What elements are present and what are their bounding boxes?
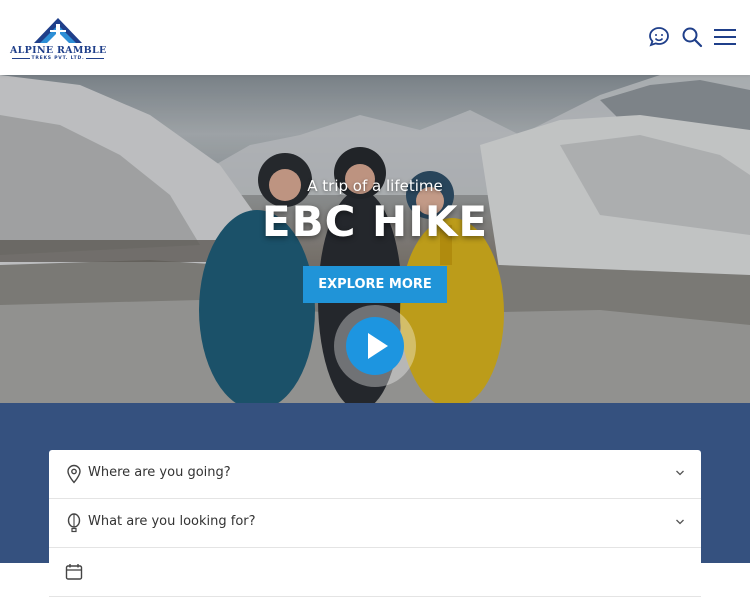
trip-search-panel: Where are you going? What are you lookin…	[49, 450, 701, 597]
logo-brand-text: ALPINE RAMBLE	[10, 45, 107, 56]
mountain-logo-icon	[34, 18, 82, 43]
hero-banner: A trip of a lifetime EBC HIKE EXPLORE MO…	[0, 75, 750, 403]
chevron-down-icon	[676, 519, 684, 525]
balloon-icon	[67, 513, 81, 533]
trip-search-section: Where are you going? What are you lookin…	[0, 403, 750, 597]
site-header: ALPINE RAMBLE TREKS PVT. LTD.	[0, 0, 750, 75]
date-select[interactable]	[49, 548, 701, 597]
menu-icon[interactable]	[713, 26, 736, 48]
hero-tagline: A trip of a lifetime	[307, 177, 443, 195]
activity-select[interactable]: What are you looking for?	[49, 499, 701, 548]
chevron-down-icon	[676, 470, 684, 476]
hero-headline: EBC HIKE	[261, 197, 489, 246]
activity-label: What are you looking for?	[88, 514, 256, 529]
logo-divider-right	[86, 58, 104, 59]
play-triangle	[368, 333, 388, 359]
location-pin-icon	[67, 464, 81, 484]
chat-icon[interactable]	[648, 26, 670, 48]
search-icon[interactable]	[681, 26, 703, 48]
destination-label: Where are you going?	[88, 465, 231, 480]
play-video-button[interactable]	[334, 305, 416, 387]
explore-more-button[interactable]: EXPLORE MORE	[303, 266, 447, 303]
play-icon	[346, 317, 404, 375]
destination-select[interactable]: Where are you going?	[49, 450, 701, 499]
calendar-icon	[65, 564, 83, 580]
site-logo[interactable]: ALPINE RAMBLE TREKS PVT. LTD.	[10, 16, 106, 62]
